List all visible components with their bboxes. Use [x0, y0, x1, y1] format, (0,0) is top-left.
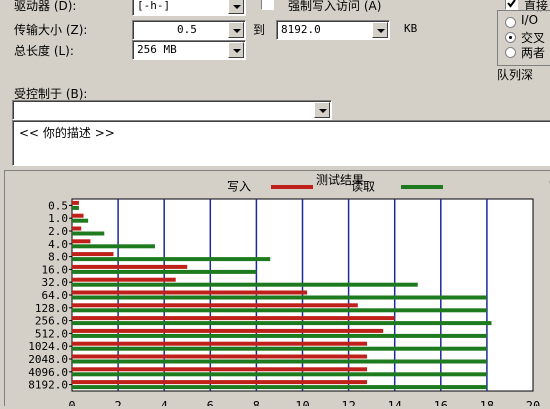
transfer-to-select[interactable]: 8192.0: [276, 20, 390, 40]
bar-read: [72, 333, 487, 338]
checkmark-icon: [507, 0, 516, 8]
bar-read: [72, 385, 487, 390]
drive-value: [-h-]: [137, 0, 171, 12]
drive-label: 驱动器 (D):: [14, 0, 77, 13]
transfer-to-dropdown-button[interactable]: [372, 22, 388, 38]
results-chart: 测试结果写入读取0024681012141618200.51.02.04.08.…: [28, 172, 550, 409]
bar-read: [72, 231, 105, 236]
y-tick-label: 1024.0: [28, 340, 68, 353]
bar-read: [72, 321, 492, 326]
transfer-from-select[interactable]: 0.5: [132, 20, 246, 40]
bar-read: [72, 244, 155, 249]
transfer-from-dropdown-button[interactable]: [228, 22, 244, 38]
bar-read: [72, 346, 487, 351]
controlled-by-dropdown-button[interactable]: [314, 102, 330, 118]
legend-swatch-write: [271, 185, 313, 189]
legend-label-read: 读取: [351, 180, 375, 194]
y-tick-label: 512.0: [35, 327, 68, 340]
bar-write: [72, 367, 368, 372]
y-tick-label: 0.5: [48, 199, 68, 212]
description-text: << 你的描述 >>: [19, 126, 115, 140]
y-tick-label: 1.0: [48, 212, 68, 225]
y-tick-label: 8.0: [48, 251, 68, 264]
drive-select[interactable]: [-h-]: [132, 0, 246, 16]
total-length-dropdown-button[interactable]: [228, 42, 244, 58]
controlled-by-select[interactable]: [12, 100, 332, 120]
radio-cross[interactable]: [505, 32, 516, 43]
description-box[interactable]: << 你的描述 >>: [12, 120, 550, 166]
queue-depth-label: 队列深: [497, 68, 534, 82]
y-tick-label: 64.0: [42, 289, 69, 302]
y-tick-label: 256.0: [35, 315, 68, 328]
bar-read: [72, 269, 257, 274]
bar-read: [72, 295, 487, 300]
bar-write: [72, 277, 176, 282]
transfer-to-value: 8192.0: [281, 23, 321, 36]
radio-both[interactable]: [505, 47, 516, 58]
force-write-label: 强制写入访问 (A): [288, 0, 382, 13]
bar-write: [72, 290, 308, 295]
force-write-checkbox[interactable]: [261, 0, 274, 10]
bar-write: [72, 316, 395, 321]
y-tick-label: 4096.0: [28, 366, 68, 379]
bar-read: [72, 218, 89, 223]
bar-read: [72, 359, 487, 364]
bar-write: [72, 380, 368, 385]
direct-checkbox[interactable]: [505, 0, 518, 10]
transfer-size-label: 传输大小 (Z):: [14, 23, 88, 37]
to-label: 到: [253, 23, 266, 37]
bar-write: [72, 303, 358, 308]
bar-write: [72, 226, 82, 231]
bar-write: [72, 354, 368, 359]
bar-write: [72, 328, 384, 333]
bar-write: [72, 341, 368, 346]
radio-io[interactable]: [505, 17, 516, 28]
y-tick-label: 32.0: [42, 276, 69, 289]
y-tick-label: 2048.0: [28, 353, 68, 366]
bar-read: [72, 257, 271, 262]
total-length-label: 总长度 (L):: [14, 44, 74, 58]
kb-unit-label: KB: [404, 22, 418, 35]
bar-read: [72, 282, 418, 287]
radio-io-label: I/O: [521, 13, 539, 27]
bar-write: [72, 252, 114, 257]
y-tick-label: 16.0: [42, 263, 69, 276]
bar-write: [72, 213, 84, 218]
transfer-from-value: 0.5: [177, 23, 197, 36]
total-length-value: 256 MB: [137, 43, 177, 56]
bar-write: [72, 264, 188, 269]
drive-dropdown-button[interactable]: [228, 0, 244, 14]
bar-write: [72, 200, 79, 205]
y-tick-label: 2.0: [48, 225, 68, 238]
bar-read: [72, 205, 79, 210]
radio-both-label: 两者: [521, 46, 546, 60]
results-chart-panel: 测试结果写入读取0024681012141618200.51.02.04.08.…: [4, 170, 550, 409]
total-length-select[interactable]: 256 MB: [132, 40, 246, 60]
bar-write: [72, 239, 91, 244]
y-tick-label: 8192.0: [28, 379, 68, 392]
legend-label-write: 写入: [227, 180, 251, 194]
y-tick-label: 4.0: [48, 238, 68, 251]
bar-read: [72, 308, 487, 313]
bar-read: [72, 372, 487, 377]
legend-swatch-read: [401, 185, 443, 189]
y-tick-label: 128.0: [35, 302, 68, 315]
